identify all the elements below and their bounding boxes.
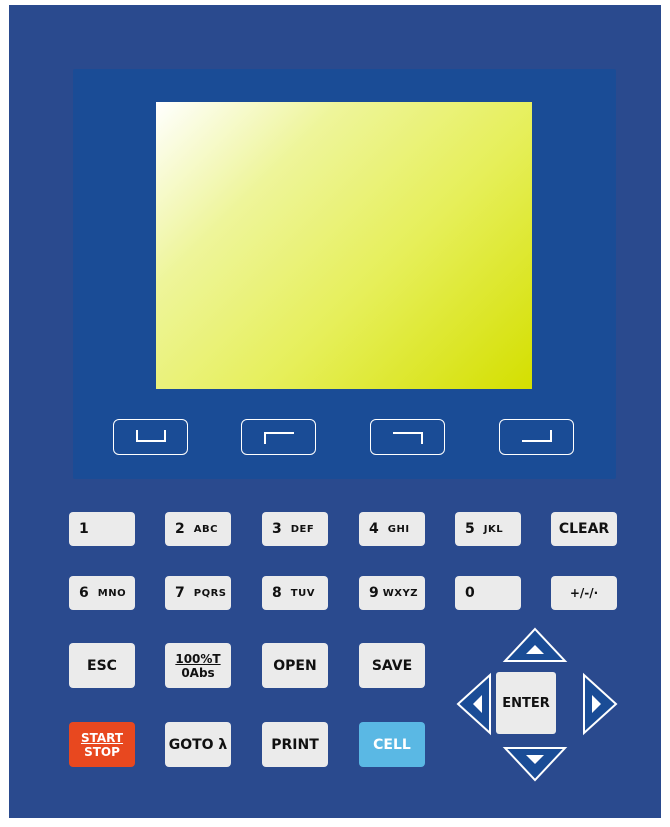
- clear-label: CLEAR: [558, 521, 610, 537]
- key-digit: 7: [175, 585, 185, 601]
- key-8[interactable]: 8 TUV: [262, 576, 328, 610]
- transmittance-absorbance-button[interactable]: 100%T 0Abs: [165, 643, 231, 688]
- key-2[interactable]: 2 ABC: [165, 512, 231, 546]
- goto-wavelength-button[interactable]: GOTO λ: [165, 722, 231, 767]
- key-digit: 9: [369, 585, 379, 601]
- key-letters: TUV: [290, 587, 315, 599]
- print-button[interactable]: PRINT: [262, 722, 328, 767]
- key-digit: 3: [272, 521, 282, 537]
- key-6[interactable]: 6 MNO: [69, 576, 135, 610]
- key-7[interactable]: 7 PQRS: [165, 576, 231, 610]
- softkey-4-glyph-icon: [522, 430, 552, 442]
- softkey-4[interactable]: [499, 419, 574, 455]
- screen-bezel: [73, 69, 616, 479]
- esc-label: ESC: [87, 657, 117, 674]
- softkey-3-glyph-icon: [393, 432, 423, 444]
- key-letters: ABC: [193, 523, 218, 535]
- cell-label: CELL: [373, 736, 411, 753]
- print-label: PRINT: [271, 736, 319, 753]
- softkey-2[interactable]: [241, 419, 316, 455]
- key-digit: 0: [465, 585, 475, 601]
- transmittance-label: 100%T: [175, 651, 221, 666]
- start-label: START: [80, 730, 124, 745]
- key-digit: 4: [369, 521, 379, 537]
- left-arrow-button[interactable]: [455, 672, 493, 736]
- save-label: SAVE: [371, 657, 413, 674]
- sign-decimal-button[interactable]: +/-/·: [551, 576, 617, 610]
- start-stop-button[interactable]: START STOP: [69, 722, 135, 767]
- key-digit: 5: [465, 521, 475, 537]
- stop-label: STOP: [84, 744, 120, 759]
- absorbance-label: 0Abs: [181, 665, 215, 680]
- key-letters: WXYZ: [382, 587, 418, 599]
- right-arrow-button[interactable]: [581, 672, 619, 736]
- key-5[interactable]: 5 JKL: [455, 512, 521, 546]
- instrument-panel: [9, 5, 661, 818]
- esc-button[interactable]: ESC: [69, 643, 135, 688]
- softkey-3[interactable]: [370, 419, 445, 455]
- key-0[interactable]: 0: [455, 576, 521, 610]
- softkey-1-glyph-icon: [136, 430, 166, 442]
- key-digit: 1: [79, 521, 89, 537]
- key-digit: 6: [79, 585, 89, 601]
- save-button[interactable]: SAVE: [359, 643, 425, 688]
- open-label: OPEN: [273, 657, 317, 674]
- lcd-display: [156, 102, 532, 389]
- goto-label: GOTO λ: [168, 736, 228, 753]
- softkey-1[interactable]: [113, 419, 188, 455]
- key-9[interactable]: 9 WXYZ: [359, 576, 425, 610]
- key-letters: JKL: [483, 523, 504, 535]
- key-4[interactable]: 4 GHI: [359, 512, 425, 546]
- key-letters: MNO: [97, 587, 127, 599]
- key-digit: 8: [272, 585, 282, 601]
- cell-button[interactable]: CELL: [359, 722, 425, 767]
- sign-decimal-label: +/-/·: [569, 586, 599, 600]
- open-button[interactable]: OPEN: [262, 643, 328, 688]
- down-arrow-button[interactable]: [502, 745, 568, 783]
- key-letters: PQRS: [193, 587, 227, 599]
- key-letters: GHI: [387, 523, 410, 535]
- key-1[interactable]: 1: [69, 512, 135, 546]
- key-letters: DEF: [290, 523, 315, 535]
- enter-button[interactable]: ENTER: [496, 672, 556, 734]
- enter-label: ENTER: [502, 695, 550, 711]
- clear-button[interactable]: CLEAR: [551, 512, 617, 546]
- softkey-2-glyph-icon: [264, 432, 294, 444]
- key-digit: 2: [175, 521, 185, 537]
- up-arrow-button[interactable]: [502, 626, 568, 664]
- key-3[interactable]: 3 DEF: [262, 512, 328, 546]
